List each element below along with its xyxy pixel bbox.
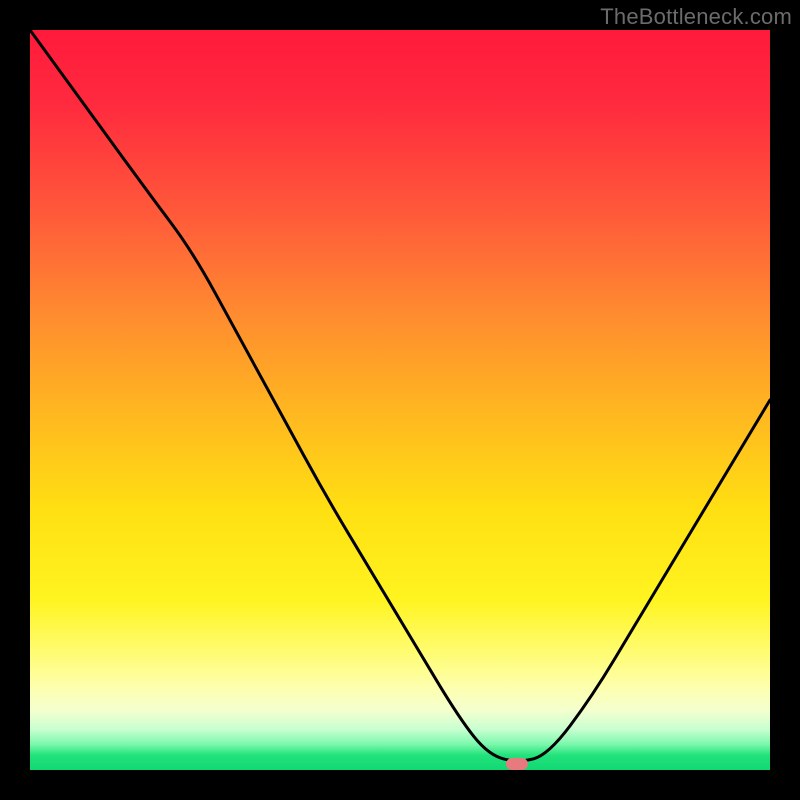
curve-layer bbox=[30, 30, 770, 770]
bottleneck-curve bbox=[30, 30, 770, 761]
optimal-marker bbox=[506, 758, 528, 770]
watermark-label: TheBottleneck.com bbox=[600, 4, 792, 30]
chart-frame: TheBottleneck.com bbox=[0, 0, 800, 800]
